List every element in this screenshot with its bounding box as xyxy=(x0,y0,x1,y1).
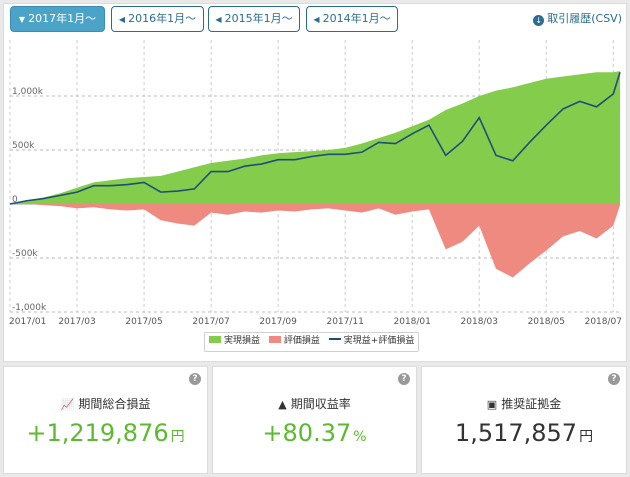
legend-realized[interactable]: 実現損益 xyxy=(209,333,260,349)
y-tick-label: 0 xyxy=(12,195,18,205)
card-title: ▣ 推奨証拠金 xyxy=(486,397,562,411)
realized-area xyxy=(10,71,620,204)
x-tick-label: 2018/07 xyxy=(585,317,622,327)
help-icon[interactable]: ? xyxy=(608,373,620,385)
x-tick-label: 2018/03 xyxy=(461,317,498,327)
card-title: ▲ 期間収益率 xyxy=(278,397,351,411)
unrealized-area xyxy=(10,204,620,278)
money-icon: ▣ xyxy=(486,398,498,411)
card-total-pnl: ? 📈 期間総合損益 +1,219,876 円 xyxy=(3,366,208,474)
x-tick-label: 2017/09 xyxy=(259,317,297,327)
y-tick-label: -1,000k xyxy=(12,303,47,313)
x-tick-label: 2017/11 xyxy=(326,317,363,327)
x-tick-label: 2017/01 xyxy=(9,317,46,327)
y-tick-label: -500k xyxy=(12,249,38,259)
x-tick-label: 2017/07 xyxy=(192,317,229,327)
help-icon[interactable]: ? xyxy=(189,373,201,385)
card-return-rate: ? ▲ 期間収益率 +80.37% xyxy=(212,366,417,474)
x-tick-label: 2018/01 xyxy=(394,317,431,327)
legend-unrealized[interactable]: 評価損益 xyxy=(268,333,320,349)
y-tick-label: 500k xyxy=(12,141,35,151)
card-recommended-margin: ? ▣ 推奨証拠金 1,517,857 円 xyxy=(421,366,627,474)
card-title: 📈 期間総合損益 xyxy=(60,397,151,411)
pnl-chart: 1,000k500k0-500k-1,000k 2017/01 2017/03 20… xyxy=(9,40,622,327)
x-axis-labels: 2017/01 2017/03 2017/05 2017/07 2017/09 2017/… xyxy=(9,317,622,327)
x-tick-label: 2017/05 xyxy=(125,317,162,327)
line-chart-icon: 📈 xyxy=(60,398,75,411)
card-value: +1,219,876 円 xyxy=(26,419,185,447)
card-value: +80.37% xyxy=(262,419,367,447)
card-value: 1,517,857 円 xyxy=(454,419,594,447)
x-tick-label: 2018/05 xyxy=(528,317,565,327)
x-tick-label: 2017/03 xyxy=(58,317,95,327)
area-chart-icon: ▲ xyxy=(278,398,287,411)
help-icon[interactable]: ? xyxy=(398,373,410,385)
y-tick-label: 1,000k xyxy=(12,87,44,97)
chart-legend: 実現損益 評価損益 実現益+評価損益 xyxy=(204,332,420,352)
legend-total[interactable]: 実現益+評価損益 xyxy=(328,333,414,349)
